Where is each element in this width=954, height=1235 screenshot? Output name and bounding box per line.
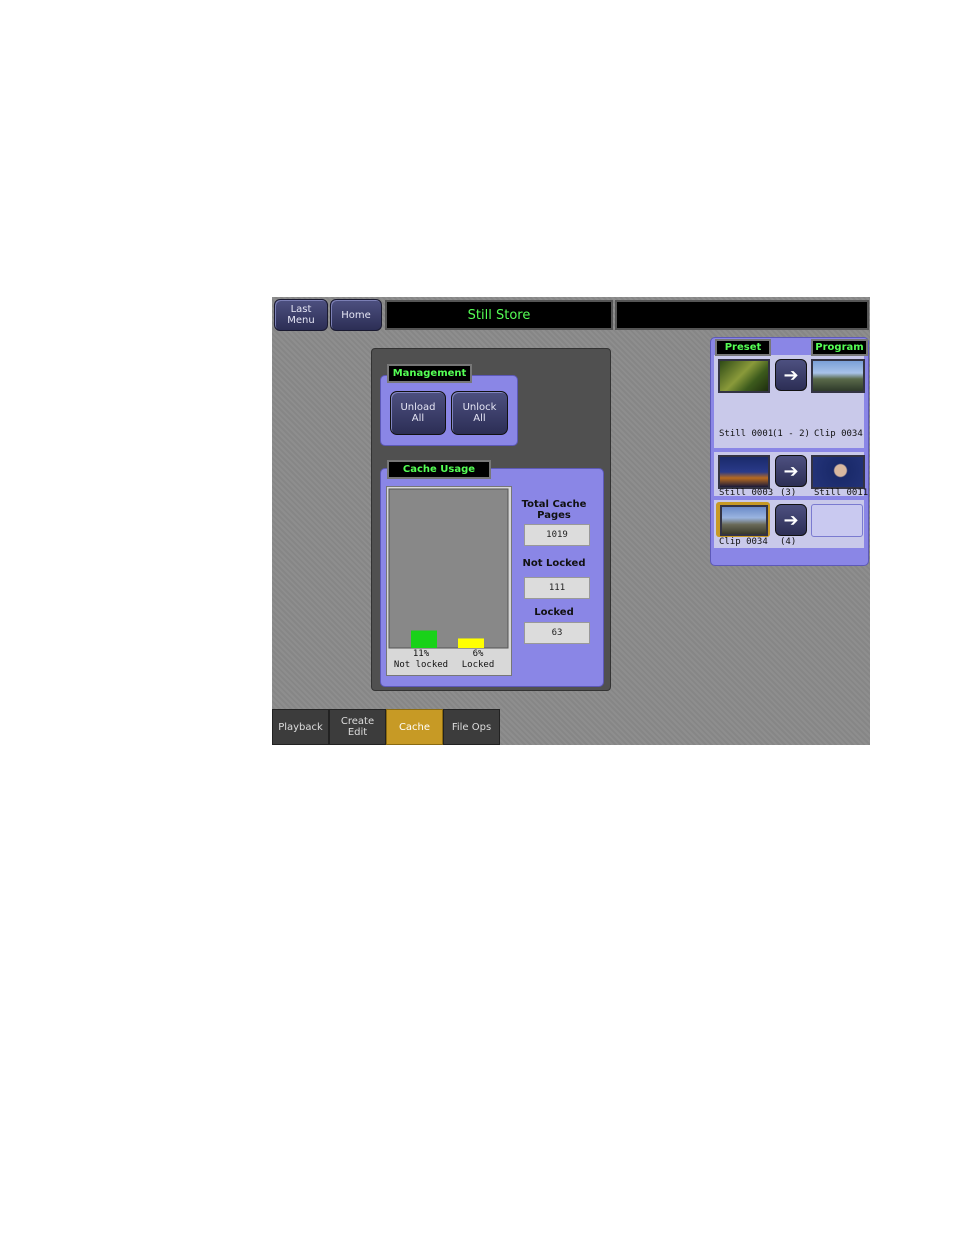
preset-tag: Preset xyxy=(715,339,771,356)
locked-category: Locked xyxy=(461,660,495,670)
preset-thumbnail-1[interactable] xyxy=(718,359,770,393)
bar-not-locked xyxy=(411,630,437,648)
tab-create-edit[interactable]: Create Edit xyxy=(329,709,386,745)
row-range-2: (3) xyxy=(780,488,797,498)
preset-thumbnail-3[interactable] xyxy=(720,505,768,536)
still-store-screen: Last Menu Home Still Store Management Un… xyxy=(272,297,870,745)
unload-all-button[interactable]: Unload All xyxy=(390,391,446,435)
program-tag: Program xyxy=(811,339,868,356)
arrow-right-icon: ➔ xyxy=(783,460,799,482)
unload-all-label: Unload All xyxy=(400,402,436,424)
chart-plot-area xyxy=(388,488,509,649)
arrow-right-icon: ➔ xyxy=(783,509,799,531)
transition-arrow-button-1[interactable]: ➔ xyxy=(775,359,807,391)
unlock-all-button[interactable]: Unlock All xyxy=(451,391,508,435)
bar-locked xyxy=(458,638,484,648)
locked-bar-label: 6% Locked xyxy=(453,649,503,671)
not-locked-value: 111 xyxy=(524,577,590,599)
tab-file-ops[interactable]: File Ops xyxy=(443,709,500,745)
preset-label-3: Clip 0034 xyxy=(719,537,768,547)
row-range-3: (4) xyxy=(780,537,797,547)
row-range-1: (1 - 2) xyxy=(772,429,810,439)
preset-thumbnail-2[interactable] xyxy=(718,455,770,489)
not-locked-label: Not Locked xyxy=(522,558,586,569)
tab-playback[interactable]: Playback xyxy=(272,709,329,745)
preset-label-1: Still 0001 xyxy=(719,429,774,439)
cache-usage-tag: Cache Usage xyxy=(387,460,491,479)
page-title: Still Store xyxy=(385,300,613,330)
management-tag: Management xyxy=(387,364,472,383)
tab-cache[interactable]: Cache xyxy=(386,709,443,745)
total-cache-pages-value: 1019 xyxy=(524,524,590,546)
program-thumbnail-1[interactable] xyxy=(811,359,865,393)
arrow-right-icon: ➔ xyxy=(783,364,799,386)
status-bar xyxy=(615,300,869,330)
not-locked-category: Not locked xyxy=(393,660,449,670)
locked-label: Locked xyxy=(534,607,574,618)
home-button[interactable]: Home xyxy=(330,299,382,331)
total-cache-pages-label: Total Cache Pages xyxy=(521,499,587,521)
home-label: Home xyxy=(341,309,371,321)
locked-pct: 6% xyxy=(472,649,484,659)
program-label-2: Still 0011 xyxy=(814,488,869,498)
transition-arrow-button-3[interactable]: ➔ xyxy=(775,504,807,536)
cache-chart: 11% Not locked 6% Locked xyxy=(386,486,512,676)
not-locked-bar-label: 11% Not locked xyxy=(393,649,449,671)
cache-chart-svg xyxy=(388,488,509,649)
tab-create-edit-label: Create Edit xyxy=(340,716,375,738)
last-menu-button[interactable]: Last Menu xyxy=(274,299,328,331)
preset-label-2: Still 0003 xyxy=(719,488,774,498)
transition-arrow-button-2[interactable]: ➔ xyxy=(775,455,807,487)
not-locked-pct: 11% xyxy=(412,649,430,659)
program-label-1: Clip 0034 xyxy=(814,429,863,439)
locked-value: 63 xyxy=(524,622,590,644)
program-thumbnail-2[interactable] xyxy=(811,455,865,489)
last-menu-label: Last Menu xyxy=(287,304,315,326)
unlock-all-label: Unlock All xyxy=(462,402,497,424)
program-thumbnail-3-empty[interactable] xyxy=(811,504,863,537)
